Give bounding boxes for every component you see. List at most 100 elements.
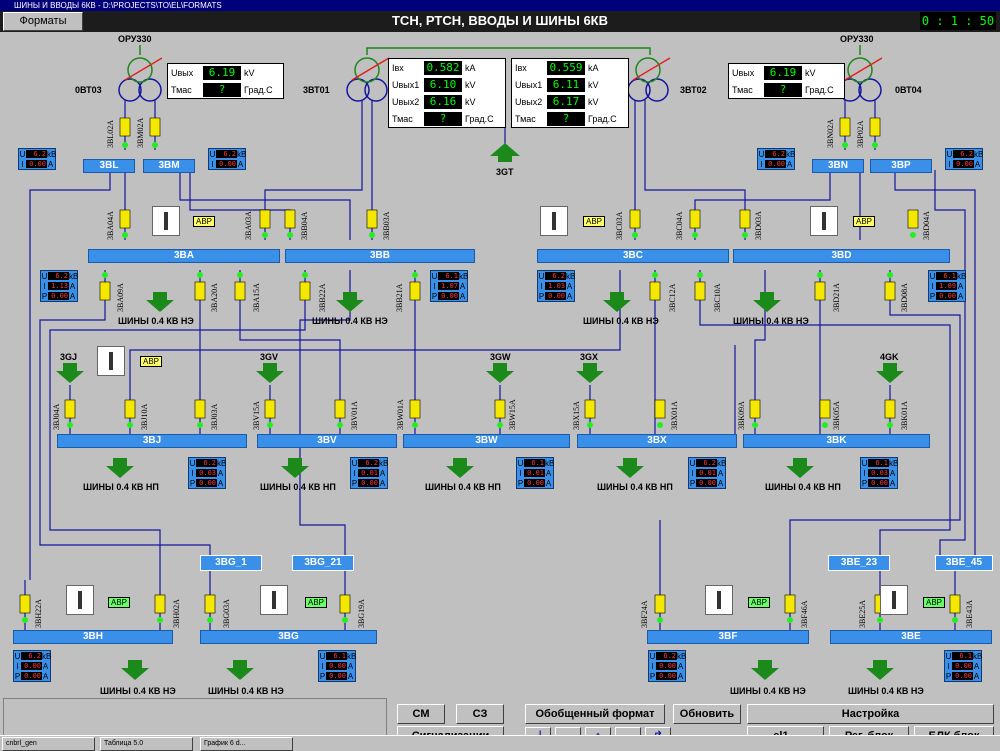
transformer-label: 3ВТ01 bbox=[303, 85, 330, 95]
load-label: ШИНЫ 0.4 КВ НП bbox=[83, 482, 159, 492]
t-value: ? bbox=[203, 82, 241, 97]
breaker-label: 3BB21A bbox=[395, 283, 404, 312]
bus-3ba[interactable]: 3BA bbox=[88, 249, 280, 263]
bus-3bp[interactable]: 3BP bbox=[870, 159, 932, 173]
taskbar-item[interactable]: cnbrl_gen bbox=[2, 737, 95, 751]
feeder-arrow bbox=[256, 363, 284, 383]
breaker-label: 3BC04A bbox=[675, 211, 684, 240]
breaker-label: 3BB22A bbox=[318, 283, 327, 312]
general-format-button[interactable]: Обобщенный формат bbox=[525, 704, 665, 724]
breaker-label: 3BN02A bbox=[826, 119, 835, 148]
transformer-panel-mid-right: Iвх 0.559 kA Uвых1 6.11 kV Uвых2 6.17 kV Тмас?… bbox=[511, 58, 629, 128]
avr-switch[interactable] bbox=[705, 585, 733, 615]
load-label: ШИНЫ 0.4 КВ НЭ bbox=[312, 316, 388, 326]
breaker-label: 3BV15A bbox=[252, 401, 261, 430]
avr-badge: АВР bbox=[853, 216, 876, 227]
bus-3bc[interactable]: 3BC bbox=[537, 249, 729, 263]
breaker-label: 3BB04A bbox=[300, 211, 309, 240]
feeder-label: 4GK bbox=[880, 352, 899, 362]
breaker-icon bbox=[19, 117, 961, 623]
breaker-label: 3BK01A bbox=[900, 401, 909, 430]
breaker-label: 3BJ10A bbox=[140, 403, 149, 430]
load-arrow bbox=[226, 660, 254, 680]
bus-3bk[interactable]: 3BK bbox=[743, 434, 930, 448]
avr-badge: АВР bbox=[748, 597, 771, 608]
breaker-label: 3BE25A bbox=[858, 600, 867, 628]
avr-switch[interactable] bbox=[97, 346, 125, 376]
meter-3bj: U 6.2 kB I 0.03 A P 0.00 A bbox=[188, 457, 227, 489]
breaker-label: 3BD08A bbox=[900, 283, 909, 312]
bus-3bg-1-button[interactable]: 3BG_1 bbox=[200, 555, 262, 571]
avr-switch[interactable] bbox=[880, 585, 908, 615]
feeder-arrow bbox=[56, 363, 84, 383]
breaker-label: 3BV01A bbox=[350, 401, 359, 430]
bus-3bf[interactable]: 3BF bbox=[647, 630, 809, 644]
avr-badge: АВР bbox=[193, 216, 216, 227]
avr-switch[interactable] bbox=[66, 585, 94, 615]
transformer-label: 3ВТ02 bbox=[680, 85, 707, 95]
avr-switch[interactable] bbox=[810, 206, 838, 236]
avr-switch[interactable] bbox=[260, 585, 288, 615]
meter-3bl: U 6.2 kB I 0.00 A bbox=[18, 148, 57, 170]
breaker-label: 3BA03A bbox=[244, 211, 253, 240]
meter-3bw: U 6.1 kB I 0.01 A P 0.00 A bbox=[516, 457, 555, 489]
bus-3bd[interactable]: 3BD bbox=[733, 249, 950, 263]
avr-badge: АВР bbox=[583, 216, 606, 227]
load-label: ШИНЫ 0.4 КВ НП bbox=[597, 482, 673, 492]
breaker-label: 3BJ04A bbox=[52, 403, 61, 430]
bus-3bm[interactable]: 3BM bbox=[143, 159, 195, 173]
feeder-arrow bbox=[486, 363, 514, 383]
bus-3bv[interactable]: 3BV bbox=[257, 434, 397, 448]
bus-3be-23-button[interactable]: 3BE_23 bbox=[828, 555, 890, 571]
bus-3bj[interactable]: 3BJ bbox=[57, 434, 247, 448]
breaker-label: 3BH22A bbox=[34, 599, 43, 628]
meter-3bb: U 6.1 kB I 1.07 A P 0.00 A bbox=[430, 270, 469, 302]
transformer-panel-mid-left: Iвх 0.582 kA Uвых1 6.10 kV Uвых2 6.16 kV Тмас?… bbox=[388, 58, 506, 128]
bus-3be[interactable]: 3BE bbox=[830, 630, 992, 644]
load-arrow bbox=[866, 660, 894, 680]
load-arrow bbox=[616, 458, 644, 478]
settings-button[interactable]: Настройка bbox=[747, 704, 994, 724]
meter-3be: U 6.1 kB I 0.00 A P 0.00 A bbox=[944, 650, 983, 682]
breaker-label: 3BD04A bbox=[922, 211, 931, 240]
bus-3bx[interactable]: 3BX bbox=[577, 434, 737, 448]
meter-3bc: U 6.2 kB I 1.03 A P 0.00 A bbox=[537, 270, 576, 302]
u-value: 6.19 bbox=[203, 65, 241, 80]
taskbar-item[interactable]: График 6 d... bbox=[200, 737, 293, 751]
bus-3bh[interactable]: 3BH bbox=[13, 630, 173, 644]
bus-3bl[interactable]: 3BL bbox=[83, 159, 135, 173]
load-label: ШИНЫ 0.4 КВ НЭ bbox=[208, 686, 284, 696]
bus-3bb[interactable]: 3BB bbox=[285, 249, 475, 263]
taskbar-item[interactable]: Таблица 5.0 bbox=[100, 737, 193, 751]
load-arrow bbox=[146, 292, 174, 312]
bus-3bg[interactable]: 3BG bbox=[200, 630, 377, 644]
refresh-button[interactable]: Обновить bbox=[673, 704, 741, 724]
load-label: ШИНЫ 0.4 КВ НП bbox=[260, 482, 336, 492]
feeder-arrow bbox=[876, 363, 904, 383]
avr-badge: АВР bbox=[140, 356, 163, 367]
bus-3bn[interactable]: 3BN bbox=[812, 159, 864, 173]
breaker-label: 3BE43A bbox=[965, 600, 974, 628]
bus-3bg-21-button[interactable]: 3BG_21 bbox=[292, 555, 354, 571]
c3-button[interactable]: СЗ bbox=[456, 704, 504, 724]
load-arrow bbox=[446, 458, 474, 478]
load-label: ШИНЫ 0.4 КВ НЭ bbox=[848, 686, 924, 696]
avr-switch[interactable] bbox=[540, 206, 568, 236]
avr-badge: АВР bbox=[108, 597, 131, 608]
meter-3bh: U 6.2 kB I 0.00 A P 0.00 A bbox=[13, 650, 52, 682]
breaker-label: 3BW15A bbox=[508, 399, 517, 430]
meter-3bd: U 6.1 kB I 1.09 A P 0.00 A bbox=[928, 270, 967, 302]
load-arrow bbox=[336, 292, 364, 312]
meter-3bv: U 6.2 kB I 0.01 A P 0.00 A bbox=[350, 457, 389, 489]
bus-3bw[interactable]: 3BW bbox=[403, 434, 570, 448]
breaker-label: 3BC10A bbox=[713, 283, 722, 312]
transformer-label: 0ВТ03 bbox=[75, 85, 102, 95]
breaker-label: 3BK09A bbox=[737, 401, 746, 430]
breaker-label: 3BA15A bbox=[252, 283, 261, 312]
breaker-label: 3BJ03A bbox=[210, 403, 219, 430]
load-label: ШИНЫ 0.4 КВ НП bbox=[425, 482, 501, 492]
avr-switch[interactable] bbox=[152, 206, 180, 236]
load-arrow bbox=[751, 660, 779, 680]
bus-3be-45-button[interactable]: 3BE_45 bbox=[935, 555, 993, 571]
cm-button[interactable]: СМ bbox=[397, 704, 445, 724]
